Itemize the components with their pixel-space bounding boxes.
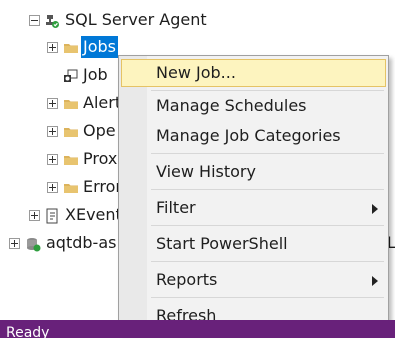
menu-separator: [151, 153, 384, 154]
menu-item-label: View History: [156, 162, 256, 181]
menu-item-label: Filter: [156, 198, 196, 217]
menu-item-label: Start PowerShell: [156, 234, 288, 253]
menu-item-reports[interactable]: Reports: [121, 266, 386, 294]
menu-separator: [151, 225, 384, 226]
folder-icon: [63, 151, 79, 167]
context-menu: New Job... Manage Schedules Manage Job C…: [118, 55, 389, 332]
submenu-arrow-icon: [372, 204, 378, 214]
status-text: Ready: [6, 325, 50, 341]
expand-icon[interactable]: [47, 182, 58, 193]
xevent-profiler-icon: [44, 207, 60, 224]
folder-icon: [63, 39, 79, 55]
sql-agent-icon: [44, 12, 60, 28]
tree-node-sql-server-agent[interactable]: SQL Server Agent: [0, 8, 395, 32]
menu-item-label: Reports: [156, 270, 218, 289]
tree-node-label: Prox: [83, 149, 118, 168]
menu-item-manage-schedules[interactable]: Manage Schedules: [121, 92, 386, 120]
folder-icon: [63, 179, 79, 195]
menu-item-label: Manage Schedules: [156, 96, 307, 115]
tree-node-label-selected: Jobs: [81, 36, 118, 58]
tree-node-label: Alert: [83, 93, 122, 112]
tree-node-label: aqtdb-as: [46, 233, 117, 252]
menu-item-label: Manage Job Categories: [156, 126, 341, 145]
expand-icon[interactable]: [29, 210, 40, 221]
submenu-arrow-icon: [372, 276, 378, 286]
menu-item-new-job[interactable]: New Job...: [121, 59, 386, 87]
menu-separator: [151, 261, 384, 262]
job-activity-monitor-icon: [63, 67, 79, 83]
menu-separator: [151, 90, 384, 91]
menu-item-view-history[interactable]: View History: [121, 158, 386, 186]
database-server-icon: [25, 235, 41, 252]
menu-separator: [151, 189, 384, 190]
tree-node-label: Ope: [83, 121, 116, 140]
expand-icon[interactable]: [47, 126, 58, 137]
tree-node-label: XEvent: [65, 205, 122, 224]
menu-item-filter[interactable]: Filter: [121, 194, 386, 222]
folder-icon: [63, 123, 79, 139]
menu-item-start-powershell[interactable]: Start PowerShell: [121, 230, 386, 258]
folder-icon: [63, 95, 79, 111]
tree-node-label: Job: [83, 65, 108, 84]
collapse-icon[interactable]: [29, 15, 40, 26]
tree-node-label: Error: [83, 177, 122, 196]
expand-icon[interactable]: [47, 98, 58, 109]
status-bar: Ready: [0, 320, 395, 341]
menu-item-manage-job-categories[interactable]: Manage Job Categories: [121, 122, 386, 150]
expand-icon[interactable]: [47, 154, 58, 165]
expand-icon[interactable]: [47, 42, 58, 53]
expand-icon[interactable]: [9, 238, 20, 249]
menu-item-label: New Job...: [156, 63, 236, 82]
tree-node-label: SQL Server Agent: [65, 10, 207, 29]
menu-separator: [151, 297, 384, 298]
